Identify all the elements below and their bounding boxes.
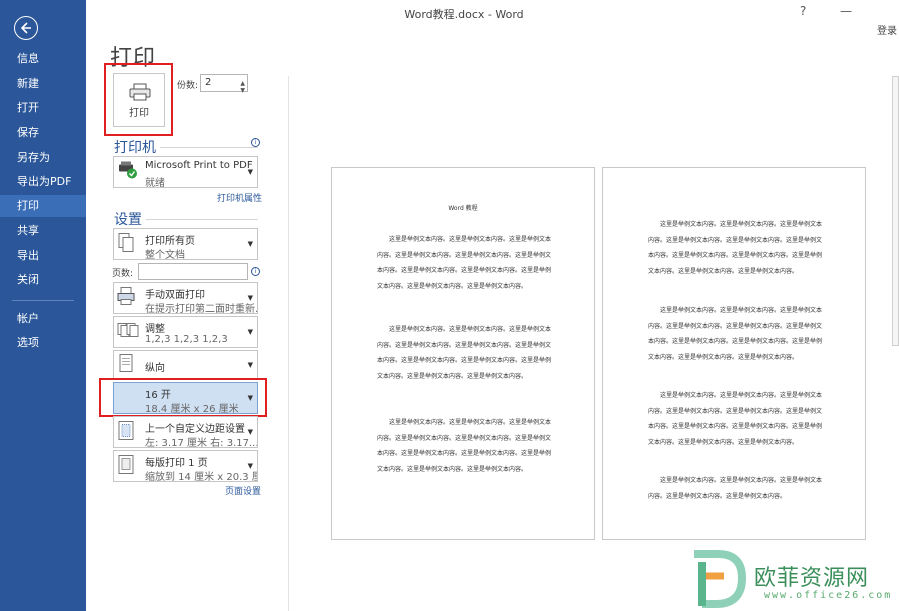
nav-item-options[interactable]: 选项 [0,332,86,354]
nav-item-open[interactable]: 打开 [0,97,86,119]
orientation-main: 纵向 [145,363,165,374]
portrait-page-icon [117,354,135,377]
preview-page-1: Word 教程 这里是举例文本内容。这里是举例文本内容。这里是举例文本内容。这里… [331,167,595,540]
nav-item-save-as[interactable]: 另存为 [0,147,86,169]
panel-divider [288,76,289,611]
chevron-down-icon: ▼ [247,240,253,248]
margins-sub: 左: 3.17 厘米 右: 3.17... [145,438,257,449]
chevron-down-icon: ▼ [247,168,253,176]
copies-value: 2 [205,77,212,88]
margins-main: 上一个自定义边距设置 [145,424,245,435]
signin-link[interactable]: 登录 [877,22,897,37]
watermark-logo-icon [694,550,747,608]
chevron-down-icon: ▼ [247,294,253,302]
print-range-sub: 整个文档 [145,250,185,261]
duplex-sub: 在提示打印第二面时重新... [145,304,257,315]
printer-properties-link[interactable]: 打印机属性 [217,191,262,204]
chevron-down-icon: ▼ [247,361,253,369]
pages-per-sheet-main: 每版打印 1 页 [145,458,208,469]
printer-status: 就绪 [145,178,165,189]
print-button[interactable]: 打印 [113,73,165,127]
backstage-nav: 信息 新建 打开 保存 另存为 导出为PDF 打印 共享 导出 关闭 帐户 选项 [0,0,86,611]
chevron-down-icon: ▼ [247,462,253,470]
nav-item-share[interactable]: 共享 [0,220,86,242]
pages-icon [117,233,135,256]
collate-sub: 1,2,3 1,2,3 1,2,3 [145,334,228,345]
collate-icon [117,322,139,343]
watermark-text: 欧菲资源网 [754,566,870,591]
watermark-url: www.office26.com [764,590,893,601]
nav-item-account[interactable]: 帐户 [0,308,86,330]
info-icon[interactable]: i [251,138,260,147]
pages-input[interactable] [138,263,248,280]
preview-paragraph: 这里是举例文本内容。这里是举例文本内容。这里是举例文本内容。这里是举例文本内容。… [377,419,552,473]
pages-per-sheet-sub: 缩放到 14 厘米 x 20.3 厘米 [145,472,257,483]
preview-paragraph: 这里是举例文本内容。这里是举例文本内容。这里是举例文本内容。这里是举例文本内容。… [648,307,823,361]
copies-label: 份数: [177,81,199,91]
page-setup-link[interactable]: 页面设置 [225,484,261,497]
nav-item-close[interactable]: 关闭 [0,269,86,291]
nav-item-info[interactable]: 信息 [0,48,86,70]
duplex-select[interactable]: 手动双面打印 在提示打印第二面时重新... ▼ [113,282,258,315]
chevron-down-icon: ▼ [247,328,253,336]
preview-paragraph: 这里是举例文本内容。这里是举例文本内容。这里是举例文本内容。这里是举例文本内容。… [377,236,552,290]
nav-item-save[interactable]: 保存 [0,122,86,144]
preview-paragraph: 这里是举例文本内容。这里是举例文本内容。这里是举例文本内容。这里是举例文本内容。… [377,326,552,380]
collate-select[interactable]: 调整 1,2,3 1,2,3 1,2,3 ▼ [113,316,258,348]
printer-section-title: 打印机 [114,140,156,156]
pages-label: 页数: [112,269,134,279]
preview-doc-title: Word 教程 [448,205,478,212]
nav-item-export[interactable]: 导出 [0,245,86,267]
minimize-button[interactable]: — [840,4,852,18]
margins-icon [117,421,135,444]
print-range-select[interactable]: 打印所有页 整个文档 ▼ [113,228,258,261]
section-divider [146,219,258,220]
print-range-main: 打印所有页 [145,236,195,247]
preview-paragraph: 这里是举例文本内容。这里是举例文本内容。这里是举例文本内容。这里是举例文本内容。… [648,221,823,275]
preview-paragraph: 这里是举例文本内容。这里是举例文本内容。这里是举例文本内容。这里是举例文本内容。… [648,392,823,446]
margins-select[interactable]: 上一个自定义边距设置 左: 3.17 厘米 右: 3.17... ▼ [113,416,258,449]
nav-item-print[interactable]: 打印 [0,195,86,217]
printer-icon [129,83,151,101]
duplex-main: 手动双面打印 [145,290,205,301]
chevron-down-icon: ▼ [247,428,253,436]
preview-page-2: 这里是举例文本内容。这里是举例文本内容。这里是举例文本内容。这里是举例文本内容。… [602,167,866,540]
decrement-arrow-icon[interactable]: ▼ [240,83,245,99]
paper-size-highlight [99,378,267,417]
collate-main: 调整 [145,324,165,335]
printer-name: Microsoft Print to PDF [145,160,253,171]
orientation-select[interactable]: 纵向 ▼ [113,350,258,380]
back-arrow-icon [20,22,31,34]
info-icon[interactable]: i [251,267,260,276]
help-button[interactable]: ? [800,4,806,18]
duplex-printer-icon [117,287,137,310]
printer-ready-icon [117,161,139,183]
settings-section-title: 设置 [114,212,142,228]
back-button[interactable] [14,16,38,40]
window-title: Word教程.docx - Word [404,8,524,21]
nav-item-new[interactable]: 新建 [0,73,86,95]
page-scale-icon [117,455,135,478]
section-divider [160,147,258,148]
nav-item-export-pdf[interactable]: 导出为PDF [0,171,86,193]
print-button-label: 打印 [129,108,149,119]
printer-select[interactable]: Microsoft Print to PDF 就绪 ▼ [113,156,258,189]
nav-divider [12,300,74,301]
preview-paragraph: 这里是举例文本内容。这里是举例文本内容。这里是举例文本内容。这里是举例文本内容。… [648,477,823,500]
pages-per-sheet-select[interactable]: 每版打印 1 页 缩放到 14 厘米 x 20.3 厘米 ▼ [113,450,258,483]
preview-scrollbar[interactable] [892,76,899,346]
copies-stepper[interactable]: 2 ▲ ▼ [200,74,248,94]
